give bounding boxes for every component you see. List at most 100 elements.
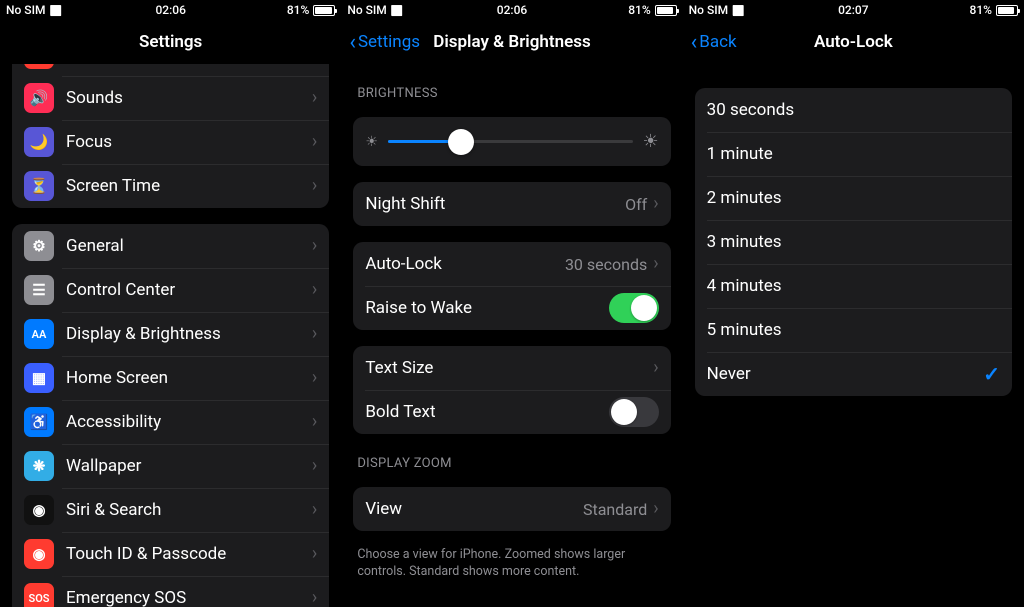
sound-icon: 🔊: [24, 83, 54, 113]
battery-icon: [313, 5, 335, 16]
sun-large-icon: ☀: [643, 131, 659, 152]
screen-settings: No SIM 02:06 81% Settings 🔔Notifications…: [0, 0, 341, 607]
screen-auto-lock: No SIM 02:07 81% ‹ Back Auto-Lock 30 sec…: [683, 0, 1024, 607]
screen-display-brightness: No SIM 02:06 81% ‹ Settings Display & Br…: [341, 0, 682, 607]
option-label: 5 minutes: [707, 320, 1000, 340]
back-label: Back: [699, 32, 736, 52]
chevron-right-icon: ›: [312, 177, 317, 195]
chevron-right-icon: ›: [312, 589, 317, 607]
checkmark-icon: ✓: [983, 362, 1000, 386]
auto-lock-option[interactable]: Never✓: [695, 352, 1012, 396]
settings-row-focus[interactable]: 🌙Focus›: [12, 120, 329, 164]
row-label: Emergency SOS: [66, 588, 312, 607]
row-label: Focus: [66, 132, 312, 152]
zoom-group: View Standard ›: [353, 487, 670, 531]
settings-row-home-screen[interactable]: ▦Home Screen›: [12, 356, 329, 400]
auto-lock-options: 30 seconds1 minute 2 minutes 3 minutes 4 mi…: [695, 88, 1012, 396]
row-label: Text Size: [365, 358, 653, 378]
option-label: 3 minutes: [707, 232, 1000, 252]
clock: 02:07: [798, 3, 908, 17]
sun-small-icon: ☀: [365, 134, 378, 150]
siri-icon: ◉: [24, 495, 54, 525]
chevron-right-icon: ›: [312, 545, 317, 563]
status-bar: No SIM 02:07 81%: [683, 0, 1024, 20]
row-detail: Standard: [583, 500, 647, 519]
auto-lock-list[interactable]: 30 seconds1 minute 2 minutes 3 minutes 4 mi…: [683, 64, 1024, 607]
back-button[interactable]: ‹ Back: [691, 30, 737, 55]
battery-pct: 81%: [970, 3, 992, 17]
row-label: Wallpaper: [66, 456, 312, 476]
settings-row-display-brightness[interactable]: AA Display & Brightness›: [12, 312, 329, 356]
text-size-row[interactable]: Text Size ›: [353, 346, 670, 390]
row-label: Control Center: [66, 280, 312, 300]
battery-pct: 81%: [628, 3, 650, 17]
settings-row-sounds[interactable]: 🔊Sounds›: [12, 76, 329, 120]
chevron-right-icon: ›: [312, 281, 317, 299]
auto-lock-option[interactable]: 1 minute: [695, 132, 1012, 176]
bell-icon: 🔔: [24, 64, 54, 69]
settings-row-wallpaper[interactable]: ❋Wallpaper›: [12, 444, 329, 488]
row-label: Accessibility: [66, 412, 312, 432]
battery-icon: [996, 5, 1018, 16]
auto-lock-row[interactable]: Auto-Lock 30 seconds ›: [353, 242, 670, 286]
battery-icon: [655, 5, 677, 16]
bold-text-toggle[interactable]: [609, 397, 659, 427]
row-label: Auto-Lock: [365, 254, 565, 274]
row-label: Siri & Search: [66, 500, 312, 520]
brightness-slider-row: ☀ ☀: [353, 117, 670, 166]
row-label: General: [66, 236, 312, 256]
sos-icon: SOS: [24, 583, 54, 607]
settings-row-notifications[interactable]: 🔔Notifications›: [12, 64, 329, 76]
raise-to-wake-toggle[interactable]: [609, 293, 659, 323]
option-label: Never: [707, 364, 984, 384]
chevron-left-icon: ‹: [349, 30, 356, 55]
row-label: Screen Time: [66, 176, 312, 196]
settings-row-general[interactable]: ⚙General›: [12, 224, 329, 268]
option-label: 4 minutes: [707, 276, 1000, 296]
auto-lock-option[interactable]: 5 minutes: [695, 308, 1012, 352]
chevron-right-icon: ›: [312, 413, 317, 431]
clock: 02:06: [116, 3, 226, 17]
row-detail: Off: [625, 195, 647, 214]
row-label: Display & Brightness: [66, 324, 312, 344]
settings-row-touch-id-passcode[interactable]: ◉Touch ID & Passcode›: [12, 532, 329, 576]
row-label: Raise to Wake: [365, 298, 608, 318]
display-list[interactable]: BRIGHTNESS ☀ ☀ Night Shift Off › Auto-Lo…: [341, 64, 682, 607]
auto-lock-option[interactable]: 3 minutes: [695, 220, 1012, 264]
settings-row-emergency-sos[interactable]: SOS Emergency SOS›: [12, 576, 329, 607]
chevron-right-icon: ›: [653, 195, 658, 213]
wifi-icon: [391, 3, 403, 17]
chevron-right-icon: ›: [653, 359, 658, 377]
view-row[interactable]: View Standard ›: [353, 487, 670, 531]
zoom-header: DISPLAY ZOOM: [357, 456, 666, 471]
back-button[interactable]: ‹ Settings: [349, 30, 420, 55]
settings-row-accessibility[interactable]: ♿Accessibility›: [12, 400, 329, 444]
status-bar: No SIM 02:06 81%: [0, 0, 341, 20]
option-label: 2 minutes: [707, 188, 1000, 208]
brightness-slider[interactable]: [388, 140, 633, 143]
settings-group-1: 🔔Notifications›🔊Sounds›🌙Focus› ⏳ Screen Ti…: [12, 64, 329, 208]
chevron-right-icon: ›: [653, 255, 658, 273]
chevron-right-icon: ›: [312, 457, 317, 475]
page-title: Settings: [0, 32, 341, 52]
nav-bar: ‹ Settings Display & Brightness: [341, 20, 682, 64]
auto-lock-option[interactable]: 4 minutes: [695, 264, 1012, 308]
settings-row-siri-search[interactable]: ◉Siri & Search›: [12, 488, 329, 532]
auto-lock-option[interactable]: 2 minutes: [695, 176, 1012, 220]
chevron-left-icon: ‹: [691, 30, 698, 55]
night-shift-row[interactable]: Night Shift Off ›: [353, 182, 670, 226]
lock-group: Auto-Lock 30 seconds › Raise to Wake: [353, 242, 670, 330]
brightness-group: ☀ ☀: [353, 117, 670, 166]
settings-list[interactable]: 🔔Notifications›🔊Sounds›🌙Focus› ⏳ Screen Ti…: [0, 64, 341, 607]
settings-row-control-center[interactable]: ☰Control Center›: [12, 268, 329, 312]
chevron-right-icon: ›: [312, 237, 317, 255]
auto-lock-option[interactable]: 30 seconds: [695, 88, 1012, 132]
chevron-right-icon: ›: [312, 325, 317, 343]
AA-icon: AA: [24, 319, 54, 349]
finger-icon: ◉: [24, 539, 54, 569]
night-shift-group: Night Shift Off ›: [353, 182, 670, 226]
settings-row-screen-time[interactable]: ⏳ Screen Time›: [12, 164, 329, 208]
hourglass-icon: ⏳: [24, 171, 54, 201]
row-label: Bold Text: [365, 402, 608, 422]
row-label: Night Shift: [365, 194, 625, 214]
